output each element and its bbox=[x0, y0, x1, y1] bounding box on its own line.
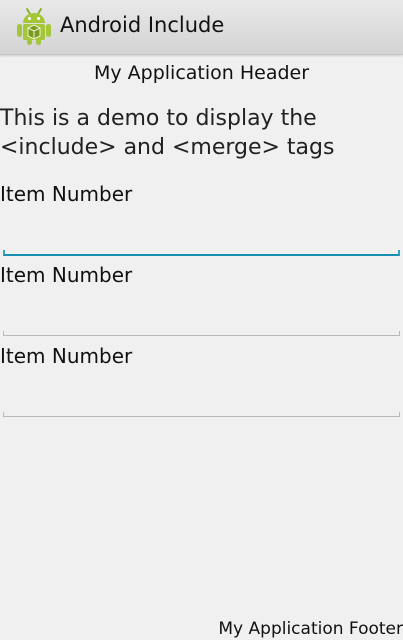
app-footer-text: My Application Footer bbox=[218, 619, 403, 639]
field-underline bbox=[3, 331, 400, 336]
app-header-text: My Application Header bbox=[93, 62, 310, 84]
action-bar: Android Include bbox=[0, 0, 403, 55]
item-number-label-2: Item Number bbox=[0, 263, 133, 287]
demo-description: This is a demo to display the <include> … bbox=[0, 106, 335, 160]
item-number-field-2[interactable] bbox=[3, 302, 400, 336]
item-number-field-1[interactable] bbox=[3, 222, 400, 256]
app-title: Android Include bbox=[60, 13, 225, 37]
item-number-label-1: Item Number bbox=[0, 182, 133, 206]
field-underline bbox=[3, 412, 400, 417]
app-screen: Android Include My Application Header Th… bbox=[0, 0, 403, 640]
android-robot-icon bbox=[17, 8, 51, 45]
item-number-field-3[interactable] bbox=[3, 383, 400, 417]
field-underline bbox=[3, 250, 400, 256]
item-number-label-3: Item Number bbox=[0, 344, 133, 368]
